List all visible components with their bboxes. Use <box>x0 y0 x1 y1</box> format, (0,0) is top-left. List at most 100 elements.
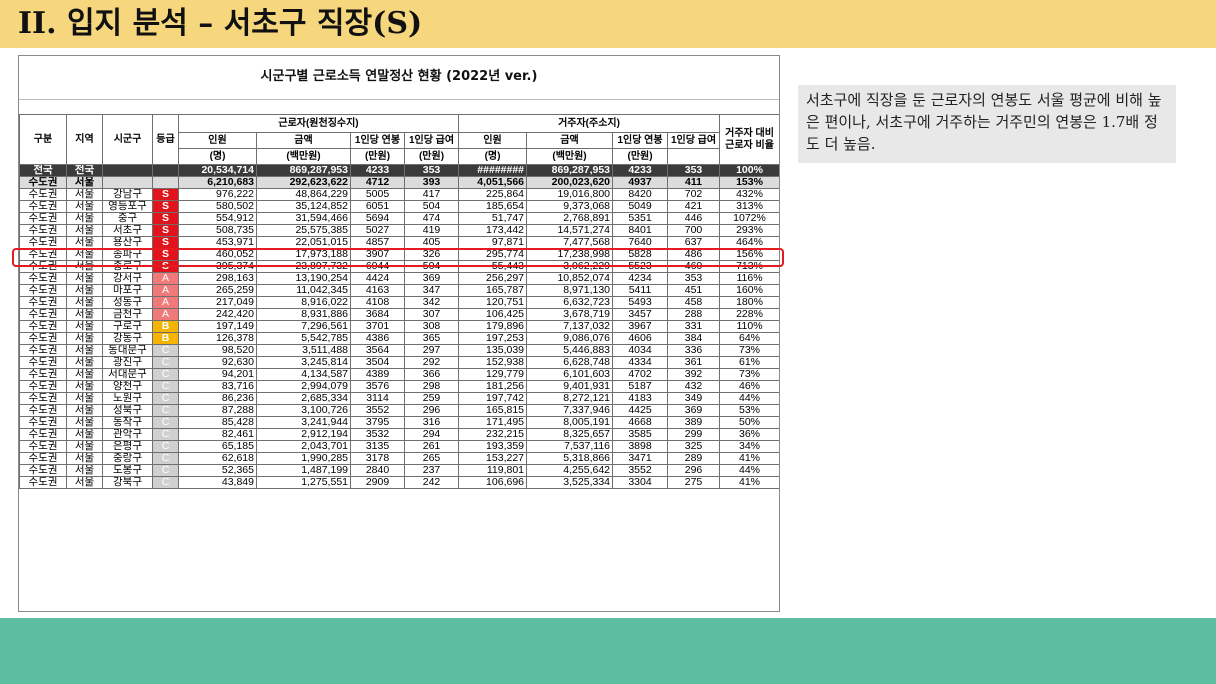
table-row: 수도권 서울 6,210,683 292,623,622 4712 393 4,051,56… <box>19 176 779 189</box>
table-cell: 5493 <box>612 296 669 309</box>
header-w-per-salary: 1인당 연봉 <box>350 132 405 149</box>
table-cell: 수도권 <box>19 332 67 345</box>
table-cell: 83,716 <box>178 380 257 393</box>
table-cell: 432 <box>667 380 721 393</box>
table-cell: 289 <box>667 452 721 465</box>
table-cell: 3471 <box>612 452 669 465</box>
table-cell: 관악구 <box>102 428 153 441</box>
table-cell: 35,124,852 <box>256 200 351 213</box>
table-cell: 98,520 <box>178 344 257 357</box>
table-cell: 185,654 <box>458 200 528 213</box>
table-cell: 수도권 <box>19 248 67 261</box>
table-cell: 6,210,683 <box>178 176 257 189</box>
slide-title: II. 입지 분석 – 서초구 직장(S) <box>18 6 423 41</box>
table-cell: 수도권 <box>19 416 67 429</box>
table-cell: 영등포구 <box>102 200 153 213</box>
table-cell: 17,973,188 <box>256 248 351 261</box>
table-cell: 1072% <box>719 212 779 225</box>
table-cell: 2,912,194 <box>256 428 351 441</box>
table-cell: 307 <box>403 308 460 321</box>
table-cell: 446 <box>667 212 721 225</box>
table-cell: 7640 <box>612 236 669 249</box>
table-row: 수도권 서울 강서구 A 298,163 13,190,254 4424 369 256,297… <box>19 272 779 285</box>
table-cell: 411 <box>667 176 721 189</box>
table-cell: 580,502 <box>178 200 257 213</box>
table-cell: 강동구 <box>102 332 153 345</box>
header-sigungu: 시군구 <box>102 114 153 165</box>
table-cell: 193,359 <box>458 440 528 453</box>
table-cell: 서초구 <box>102 224 153 237</box>
table-cell: 554,912 <box>178 212 257 225</box>
table-cell: 294 <box>403 428 460 441</box>
header-gubun: 구분 <box>19 114 67 165</box>
table-cell: 3,525,334 <box>526 476 614 489</box>
table-cell: 서울 <box>66 272 103 285</box>
table-cell: 서울 <box>66 428 103 441</box>
table-cell: 마포구 <box>102 284 153 297</box>
table-row: 전국 전국 20,534,714 869,287,953 4233 353 ########… <box>19 164 779 177</box>
table-cell: 458 <box>667 296 721 309</box>
header-worker-group: 근로자(원천징수지) <box>177 114 460 133</box>
table-cell: 금천구 <box>102 308 153 321</box>
table-cell: 3,245,814 <box>256 356 351 369</box>
table-cell: 43,849 <box>178 476 257 489</box>
table-body: 전국 전국 20,534,714 869,287,953 4233 353 ########… <box>19 164 779 489</box>
table-cell: 6,101,603 <box>526 368 614 381</box>
table-cell: 6051 <box>350 200 405 213</box>
table-cell: 수도권 <box>19 452 67 465</box>
table-cell: 265 <box>403 452 460 465</box>
table-cell: 3795 <box>350 416 405 429</box>
table-cell: 3585 <box>612 428 669 441</box>
table-cell: 73% <box>719 368 779 381</box>
table-cell: 417 <box>403 188 460 201</box>
table-cell: 3135 <box>350 440 405 453</box>
table-cell: 369 <box>667 404 721 417</box>
table-cell: 232,215 <box>458 428 528 441</box>
table-cell: 서울 <box>66 260 103 273</box>
table-cell: 869,287,953 <box>526 164 614 177</box>
table-row: 수도권 서울 송파구 S 460,052 17,973,188 3907 326 295,774… <box>19 248 779 261</box>
header-w-per-pay: 1인당 급여 <box>403 132 460 149</box>
note-box: 서초구에 직장을 둔 근로자의 연봉도 서울 평균에 비해 높은 편이나, 서초… <box>798 85 1176 163</box>
table-cell: 6,632,723 <box>526 296 614 309</box>
header-resident-group: 거주자(주소지) <box>458 114 721 133</box>
table-cell: 11,042,345 <box>256 284 351 297</box>
grade-badge: S <box>152 188 179 201</box>
table-cell: 3,100,726 <box>256 404 351 417</box>
table-cell: 4234 <box>612 272 669 285</box>
table-cell: 중랑구 <box>102 452 153 465</box>
table-row: 수도권 서울 강북구 C 43,849 1,275,551 2909 242 106,696 3,… <box>19 476 779 489</box>
table-cell: 3701 <box>350 320 405 333</box>
table-cell: 228% <box>719 308 779 321</box>
table-cell: 295,774 <box>458 248 528 261</box>
table-cell: 성북구 <box>102 404 153 417</box>
table-cell: 165,787 <box>458 284 528 297</box>
table-cell: 365 <box>403 332 460 345</box>
table-cell: 342 <box>403 296 460 309</box>
table-cell: 165,815 <box>458 404 528 417</box>
header-r-people: 인원 <box>458 132 528 149</box>
table-cell: 4712 <box>350 176 405 189</box>
table-cell: 서울 <box>66 212 103 225</box>
table-cell: 4,134,587 <box>256 368 351 381</box>
table-cell: 44% <box>719 464 779 477</box>
table-cell: 14,571,274 <box>526 224 614 237</box>
table-cell: 256,297 <box>458 272 528 285</box>
grade-badge: S <box>152 212 179 225</box>
table-cell: 9,401,931 <box>526 380 614 393</box>
table-cell: 전국 <box>19 164 67 177</box>
grade-badge: C <box>152 440 179 453</box>
table-cell: 8401 <box>612 224 669 237</box>
table-cell: 3532 <box>350 428 405 441</box>
table-cell: 94,201 <box>178 368 257 381</box>
table-cell: 460 <box>667 260 721 273</box>
table-cell: 700 <box>667 224 721 237</box>
table-cell: 296 <box>667 464 721 477</box>
table-cell: 349 <box>667 392 721 405</box>
table-cell: 353 <box>667 164 721 177</box>
table-cell: 421 <box>667 200 721 213</box>
table-row: 수도권 서울 양천구 C 83,716 2,994,079 3576 298 181,256 9,… <box>19 380 779 393</box>
table-cell: 200,023,620 <box>526 176 614 189</box>
table-cell: 5187 <box>612 380 669 393</box>
table-cell: 13,190,254 <box>256 272 351 285</box>
